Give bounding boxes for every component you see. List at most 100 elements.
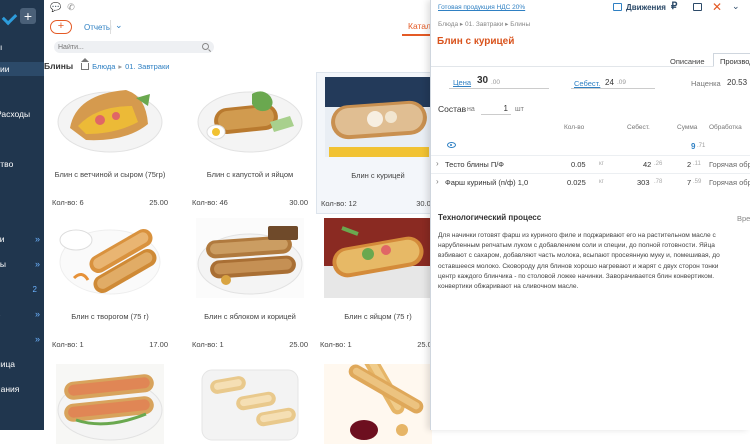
ingredient-qty: 0.05 [571, 160, 586, 169]
close-icon[interactable]: ✕ [712, 0, 722, 14]
product-qty: Кол-во: 6 [52, 198, 84, 207]
sidebar-item[interactable]: 2 [0, 282, 44, 296]
logo-icon[interactable] [2, 9, 16, 23]
ruble-icon[interactable]: ₽ [671, 1, 677, 12]
ingredient-row[interactable]: ›Тесто блины П/Ф0.05кг42.262.11Горячая о… [431, 155, 750, 172]
product-card[interactable] [188, 360, 312, 430]
sidebar-item[interactable]: » [0, 332, 44, 346]
chat-icon[interactable]: 💬 [50, 2, 61, 13]
eye-icon[interactable] [447, 142, 456, 148]
cost-underline [571, 88, 655, 89]
add-button[interactable]: + [50, 20, 72, 34]
product-name: Блин с капустой и яйцом [188, 170, 312, 179]
phone-icon[interactable]: ✆ [67, 2, 75, 13]
sidebar-add-button[interactable]: + [20, 8, 36, 24]
sidebar-item-label: ство [0, 159, 13, 169]
sidebar-item[interactable]: ки » [0, 232, 44, 246]
product-photo[interactable] [56, 218, 164, 298]
product-card[interactable]: Блин с курицейКол-во: 1230.00 [316, 72, 440, 214]
product-photo[interactable] [196, 364, 304, 444]
sidebar-item-count: 2 [33, 285, 37, 294]
product-name: Блин с курицей [317, 171, 439, 180]
product-card[interactable]: Блин с яйцом (75 г)Кол-во: 125.00 [316, 214, 440, 356]
product-price: 17.00 [149, 340, 168, 349]
product-price: 30.00 [289, 198, 308, 207]
print-icon[interactable] [693, 3, 702, 11]
category-link[interactable]: Готовая продукция НДС 20% [438, 4, 525, 11]
sidebar-item-label: ии [0, 64, 10, 74]
product-card[interactable]: Блин с капустой и яйцомКол-во: 4630.00 [188, 72, 312, 214]
breadcrumb-link-dishes[interactable]: Блюда [92, 62, 115, 71]
breadcrumb-link-breakfasts[interactable]: 01. Завтраки [125, 62, 169, 71]
reports-chevron-down-icon[interactable]: ⌄ [115, 20, 123, 31]
ingredient-row[interactable]: ›Фарш куриный (п/ф) 1,00.025кг303.787.59… [431, 173, 750, 190]
sidebar-item[interactable]: ты » [0, 257, 44, 271]
product-photo[interactable] [56, 76, 164, 156]
tabs-divider [431, 66, 750, 67]
sidebar-item[interactable]: ница [0, 357, 44, 371]
chevron-right-icon[interactable]: » [35, 334, 38, 344]
product-photo[interactable] [196, 76, 304, 156]
price-decimals: .00 [491, 79, 500, 86]
product-photo[interactable] [196, 218, 304, 298]
product-card[interactable]: Блин с ветчиной и сыром (75гр)Кол-во: 62… [48, 72, 172, 214]
total-sum: 9 [691, 142, 695, 151]
tab-catalog[interactable]: Катал [408, 21, 431, 31]
movements-icon[interactable] [613, 3, 622, 11]
home-icon[interactable] [81, 63, 89, 70]
sidebar-item[interactable]: ии [0, 62, 44, 76]
product-qty: Кол-во: 1 [320, 340, 352, 349]
sidebar-item[interactable]: ы [0, 40, 44, 54]
expand-row-icon[interactable]: › [436, 159, 439, 168]
search-icon[interactable] [202, 43, 209, 50]
product-photo[interactable] [56, 364, 164, 444]
ingredient-cost-decimals: .78 [654, 179, 662, 185]
ingredient-cost: 42 [643, 160, 651, 169]
column-header-cost: Себест. [627, 124, 650, 131]
reports-button[interactable]: Отчеты [84, 23, 112, 32]
price-value[interactable]: 30 [477, 75, 488, 86]
sidebar-item[interactable]: Расходы [0, 107, 44, 121]
ingredient-process[interactable]: Горячая обр [709, 160, 750, 169]
product-qty: Кол-во: 1 [192, 340, 224, 349]
product-card[interactable]: Блин с яблоком и корицейКол-во: 125.00 [188, 214, 312, 356]
cost-label[interactable]: Себест. [574, 79, 600, 88]
chevron-right-icon[interactable]: » [35, 259, 38, 269]
tab-production[interactable]: Производ [713, 53, 750, 67]
sidebar: + ыииРасходыствоки»ты»2ь»»ницапания [0, 0, 44, 430]
ingredient-sum-decimals: .59 [693, 179, 701, 185]
product-card[interactable] [316, 360, 440, 430]
tab-description[interactable]: Описание [670, 57, 705, 66]
total-sum-decimals: .71 [697, 143, 705, 149]
chevron-right-icon[interactable]: » [35, 234, 38, 244]
ingredient-name[interactable]: Фарш куриный (п/ф) 1,0 [445, 178, 528, 187]
tech-line: конвертики обжаривают на сливочном масле… [438, 282, 750, 292]
sidebar-item[interactable]: ство [0, 157, 44, 171]
sidebar-item[interactable]: пания [0, 382, 44, 396]
product-photo[interactable] [324, 364, 432, 444]
composition-label: Состав [438, 104, 466, 114]
chevron-right-icon[interactable]: » [35, 309, 38, 319]
sidebar-item-label: ки [0, 234, 4, 244]
product-photo[interactable] [325, 77, 433, 157]
cost-value: 24 [605, 78, 614, 87]
price-label[interactable]: Цена [453, 78, 471, 87]
catalog-main: 💬 ✆ + Отчеты ⌄ Катал Блины Блюда ▸ 01. З… [44, 0, 430, 430]
product-photo[interactable] [324, 218, 432, 298]
movements-button[interactable]: Движения [626, 3, 666, 12]
ingredient-name[interactable]: Тесто блины П/Ф [445, 160, 504, 169]
product-title: Блин с курицей [437, 36, 514, 47]
column-header-qty: Кол-во [564, 124, 584, 131]
composition-qty-field[interactable]: 1 [481, 102, 511, 115]
ingredient-unit: кг [599, 161, 604, 167]
panel-chevron-down-icon[interactable]: ⌄ [732, 1, 740, 12]
toolbar-icons: 💬 ✆ [50, 2, 75, 13]
product-card[interactable] [48, 360, 172, 430]
sidebar-item-label: ты [0, 259, 6, 269]
tech-process-title: Технологический процесс [438, 213, 541, 222]
search-input[interactable] [54, 41, 194, 53]
ingredient-process[interactable]: Горячая обр [709, 178, 750, 187]
product-card[interactable]: Блин с творогом (75 г)Кол-во: 117.00 [48, 214, 172, 356]
sidebar-item[interactable]: ь» [0, 307, 44, 321]
expand-row-icon[interactable]: › [436, 177, 439, 186]
